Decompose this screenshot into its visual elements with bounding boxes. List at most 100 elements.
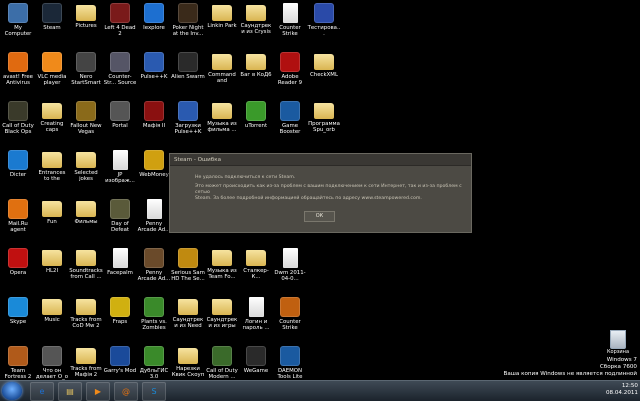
desktop-icon[interactable]: Tracks from CoD Mw 2 [69, 294, 103, 343]
desktop-icon[interactable]: Skype [1, 294, 35, 343]
desktop-icon-label: Alien Swarm [171, 74, 205, 80]
desktop-icon[interactable]: Фильмы [69, 196, 103, 245]
desktop-icon[interactable]: Логин и пароль ... [239, 294, 273, 343]
taskbar-button-media-player[interactable]: ▶ [86, 382, 110, 401]
folder-icon [42, 299, 62, 315]
start-button[interactable] [2, 382, 22, 400]
app-icon [178, 3, 198, 23]
desktop-icon[interactable]: Музыка из Team Fo... [205, 245, 239, 294]
desktop-icon[interactable]: JP изображ... [103, 147, 137, 196]
app-icon [8, 150, 28, 170]
desktop-icon[interactable]: Fun [35, 196, 69, 245]
taskbar-button-mail-ru-agent[interactable]: @ [114, 382, 138, 401]
desktop-icon[interactable]: Баг в КоД6 [239, 49, 273, 98]
desktop-icon[interactable]: VLC media player [35, 49, 69, 98]
desktop-icon[interactable]: Counter-Str... Source [103, 49, 137, 98]
dialog-message-line-2: Это может происходить как из-за проблем … [195, 184, 462, 195]
desktop-icon-label: Программа Spu_orb [308, 121, 340, 134]
desktop-icon[interactable]: Программа Spu_orb [307, 98, 341, 147]
desktop-icon[interactable]: Selected jokes [69, 147, 103, 196]
desktop-icon-label: Entrances to the Prestige [38, 170, 66, 183]
desktop-icon-label: Pulse++K [140, 74, 168, 80]
system-tray-clock[interactable]: 12:50 08.04.2011 [606, 383, 638, 397]
taskbar-button-skype[interactable]: S [142, 382, 166, 401]
desktop-icon[interactable]: Day of Defeat Source [103, 196, 137, 245]
desktop-icon[interactable]: Mail.Ru agent [1, 196, 35, 245]
desktop-icon[interactable]: Linkin Park [205, 0, 239, 49]
desktop-icon[interactable]: Penny Arcade Ad... [137, 196, 171, 245]
app-icon [144, 248, 164, 268]
desktop-icon[interactable]: Counter Strike Sour... [273, 294, 307, 343]
desktop-icon[interactable]: Left 4 Dead 2 [103, 0, 137, 49]
desktop-icon[interactable]: Command and Conqu... [205, 49, 239, 98]
desktop-icon[interactable]: My Computer [1, 0, 35, 49]
skype-icon: S [151, 387, 157, 396]
desktop-icon[interactable]: Penny Arcade Ad... [137, 245, 171, 294]
folder-icon [42, 201, 62, 217]
recycle-bin[interactable]: Корзина [601, 330, 635, 355]
app-icon [144, 346, 164, 366]
desktop-icon-label: Day of Defeat Source [110, 221, 130, 234]
desktop-icon-label: Counter Strike Sour... [279, 319, 301, 332]
ok-button[interactable]: ОК [304, 211, 335, 222]
desktop-icon[interactable]: Game Booster [273, 98, 307, 147]
desktop-icon[interactable]: Plants vs. Zombies [137, 294, 171, 343]
desktop-icon[interactable]: CheckXML [307, 49, 341, 98]
desktop-icon[interactable]: Serious Sam HD The Se... [171, 245, 205, 294]
desktop-icon-label: Counter-Str... Source [103, 74, 137, 87]
desktop-icon[interactable]: Counter Strike Source [273, 0, 307, 49]
folder-icon [76, 201, 96, 217]
desktop-icon[interactable]: WebMoney [137, 147, 171, 196]
desktop-icon[interactable]: Dicter [1, 147, 35, 196]
desktop-icon[interactable]: Soundtracks from Call ... [69, 245, 103, 294]
desktop-icon[interactable]: Opera [1, 245, 35, 294]
app-icon [110, 297, 130, 317]
mail-ru-agent-icon: @ [122, 387, 130, 396]
desktop-icon[interactable]: Саундтреки из игры Co... [205, 294, 239, 343]
desktop-icon-label: Pictures [75, 23, 97, 29]
desktop-icon[interactable]: Alien Swarm [171, 49, 205, 98]
desktop-icon[interactable]: Facepalm [103, 245, 137, 294]
folder-icon [246, 5, 266, 21]
folder-icon [76, 152, 96, 168]
desktop-icon[interactable]: Entrances to the Prestige [35, 147, 69, 196]
desktop-icon[interactable]: Pulse++K [137, 49, 171, 98]
app-icon [178, 248, 198, 268]
folder-icon [42, 103, 62, 119]
desktop-icon-label: Музыка из Team Fo... [207, 268, 237, 281]
taskbar-button-explorer[interactable]: ▤ [58, 382, 82, 401]
desktop-icon[interactable]: Мафія II [137, 98, 171, 147]
taskbar-button-ie[interactable]: e [30, 382, 54, 401]
desktop-icon[interactable]: Nero StartSmart [69, 49, 103, 98]
desktop-icon[interactable]: uTorrent [239, 98, 273, 147]
desktop-icon[interactable]: Саундтреки из Need F... [171, 294, 205, 343]
dialog-titlebar[interactable]: Steam - Ошибка [170, 154, 471, 166]
desktop-icon-label: Serious Sam HD The Se... [171, 270, 205, 283]
folder-icon [178, 348, 198, 364]
desktop-icon[interactable]: Тестирова... отчетности [307, 0, 341, 49]
desktop-icon[interactable]: Сталкер-К... [239, 245, 273, 294]
desktop-icon[interactable]: Dwm 2011-04-0... [273, 245, 307, 294]
desktop-icon[interactable]: Pictures [69, 0, 103, 49]
desktop-icon-label: Command and Conqu... [208, 72, 236, 85]
desktop-icon[interactable]: Саундтреки из Crysis 2 [239, 0, 273, 49]
taskbar: e ▤ ▶ @ S 12:50 08.04.2011 [0, 380, 640, 401]
desktop-icon-label: Fallout New Vegas [70, 123, 102, 136]
desktop-icon[interactable]: Adobe Reader 9 [273, 49, 307, 98]
desktop-icon[interactable]: Poker Night at the Inv... [171, 0, 205, 49]
desktop-icon[interactable]: Музыка из фильма ... [205, 98, 239, 147]
desktop-icon[interactable]: Загрузки Pulse++K [171, 98, 205, 147]
desktop-icon[interactable]: Steam [35, 0, 69, 49]
desktop-icon[interactable]: Iexplore [137, 0, 171, 49]
desktop-icon[interactable]: Fallout New Vegas [69, 98, 103, 147]
desktop-icon[interactable]: Portal [103, 98, 137, 147]
folder-icon [76, 5, 96, 21]
desktop-icon[interactable]: Fraps [103, 294, 137, 343]
desktop-icon-label: Dicter [9, 172, 27, 178]
desktop-icon[interactable]: avast! Free Antivirus [1, 49, 35, 98]
desktop-icon[interactable]: HL2I [35, 245, 69, 294]
desktop-icon[interactable]: Music [35, 294, 69, 343]
desktop-icon-label: Steam [43, 25, 61, 31]
desktop-icon[interactable]: Creating caps [35, 98, 69, 147]
desktop-icon[interactable]: Call of Duty Black Ops [1, 98, 35, 147]
